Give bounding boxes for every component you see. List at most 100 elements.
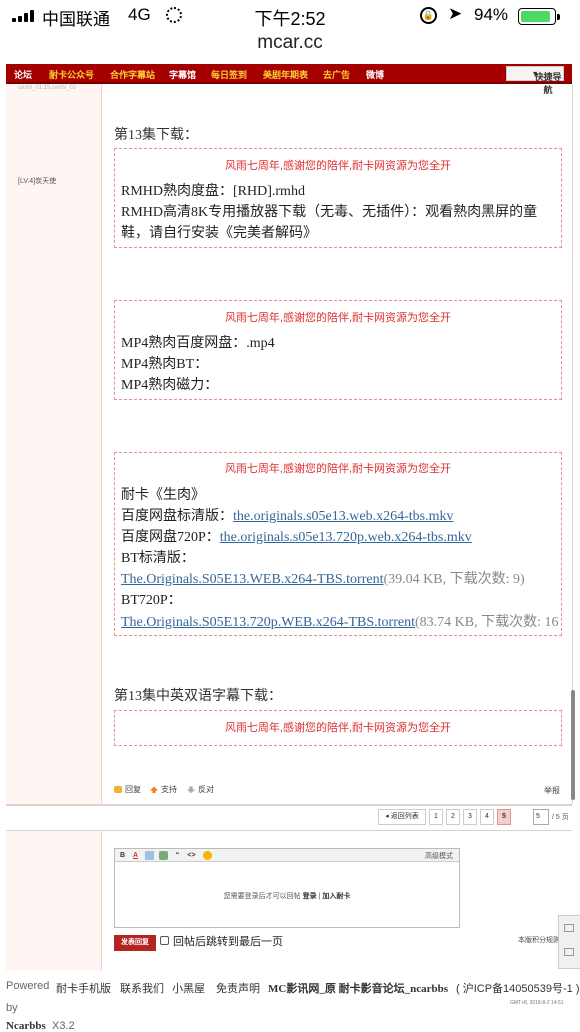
- nav-item-forum[interactable]: 论坛: [14, 68, 32, 81]
- author-column: ceshi_01.15.ceshi_02 [LV.4]炭天使: [6, 84, 102, 804]
- footer-link-blacklist[interactable]: 小黑屋: [172, 980, 205, 996]
- bt-std-link[interactable]: The.Originals.S05E13.WEB.x264-TBS.torren…: [121, 572, 383, 587]
- footer-link-disclaimer[interactable]: 免责声明: [216, 980, 260, 996]
- server-time: GMT+8, 2018-8-2 14:51: [510, 1000, 564, 1006]
- baidu-720-label: 百度网盘720P：: [121, 530, 220, 545]
- author-level: [LV.4]炭天使: [18, 178, 57, 185]
- grid-icon[interactable]: [564, 948, 574, 956]
- subtitle-heading: 第13集中英双语字幕下载：: [114, 689, 282, 704]
- jump-last-page-label: 回帖后跳转到最后一页: [173, 936, 283, 948]
- episode-heading: 第13集下载：: [114, 128, 198, 143]
- battery-percent: 94%: [474, 5, 509, 24]
- battery-icon: [518, 8, 560, 25]
- points-rules-link[interactable]: 本版积分规则: [518, 935, 560, 945]
- bt-720-link[interactable]: The.Originals.S05E13.720p.WEB.x264-TBS.t…: [121, 615, 415, 630]
- powered-label: Powered: [6, 980, 50, 992]
- login-prompt: 您需要登录后才可以回帖 登录 | 加入耐卡: [223, 893, 351, 900]
- jump-last-page-checkbox[interactable]: [160, 936, 169, 945]
- page-jump-input[interactable]: 5: [533, 809, 549, 825]
- notice-text: 风雨七周年,感谢您的陪伴,耐卡网资源为您全开: [224, 463, 452, 475]
- rmhd-line-1: RMHD熟肉度盘：[RHD].rmhd: [121, 184, 305, 199]
- report-button[interactable]: 举报: [544, 785, 560, 796]
- oppose-action[interactable]: 反对: [187, 784, 214, 795]
- submit-reply-button[interactable]: 发表回复: [114, 935, 156, 951]
- mp4-line-2: MP4熟肉BT：: [121, 357, 209, 372]
- post-divider: [6, 804, 572, 806]
- nav-item-weibo[interactable]: 微博: [366, 68, 384, 81]
- scrollbar[interactable]: [571, 690, 575, 800]
- notice-text: 风雨七周年,感谢您的陪伴,耐卡网资源为您全开: [224, 312, 452, 324]
- nav-item-schedule[interactable]: 美剧年期表: [263, 68, 308, 81]
- nav-item-wechat[interactable]: 耐卡公众号: [49, 68, 94, 81]
- rmhd-box: 风雨七周年,感谢您的陪伴,耐卡网资源为您全开 RMHD熟肉度盘：[RHD].rm…: [114, 148, 562, 248]
- page-button-4[interactable]: 4: [480, 809, 494, 825]
- page-button-current[interactable]: 5: [497, 809, 511, 825]
- baidu-720-row: 百度网盘720P：the.originals.s05e13.720p.web.x…: [121, 526, 472, 546]
- bt-720-row: The.Originals.S05E13.720p.WEB.x264-TBS.t…: [121, 611, 558, 631]
- bold-icon[interactable]: B: [118, 851, 127, 860]
- support-action[interactable]: 支持: [150, 784, 177, 795]
- bt-std-row: The.Originals.S05E13.WEB.x264-TBS.torren…: [121, 568, 525, 588]
- quick-nav-label: 快捷导航: [534, 72, 562, 95]
- raw-box: 风雨七周年,感谢您的陪伴,耐卡网资源为您全开 耐卡《生肉》 百度网盘标清版：th…: [114, 452, 562, 636]
- footer-link-mobile[interactable]: 耐卡手机版: [56, 980, 111, 996]
- page-total: / 5 页: [552, 814, 569, 821]
- top-nav: 论坛 耐卡公众号 合作字幕站 字幕馆 每日签到 美剧年期表 去广告 微博 快捷导…: [6, 64, 572, 95]
- font-color-icon[interactable]: A: [131, 851, 140, 860]
- reply-action[interactable]: 回复: [114, 784, 141, 795]
- quick-nav-button[interactable]: 快捷导航 ▾: [506, 66, 564, 95]
- nav-item-checkin[interactable]: 每日签到: [211, 68, 247, 81]
- login-link[interactable]: 登录: [303, 893, 317, 900]
- baidu-std-row: 百度网盘标清版：the.originals.s05e13.web.x264-tb…: [121, 505, 453, 525]
- baidu-720-link[interactable]: the.originals.s05e13.720p.web.x264-tbs.m…: [220, 530, 472, 545]
- bt-720-label: BT720P：: [121, 593, 182, 608]
- footer-link-contact[interactable]: 联系我们: [120, 980, 164, 996]
- page-button-3[interactable]: 3: [463, 809, 477, 825]
- footer-version: X3.2: [52, 1020, 75, 1032]
- notice-text: 风雨七周年,感谢您的陪伴,耐卡网资源为您全开: [224, 160, 452, 172]
- page-button-2[interactable]: 2: [446, 809, 460, 825]
- nav-item-subtitle-hall[interactable]: 字幕馆: [169, 68, 196, 81]
- subtitle-box: 风雨七周年,感谢您的陪伴,耐卡网资源为您全开: [114, 710, 562, 746]
- footer-brand[interactable]: Ncarbbs: [6, 1020, 46, 1032]
- baidu-std-label: 百度网盘标清版：: [121, 509, 233, 524]
- baidu-std-link[interactable]: the.originals.s05e13.web.x264-tbs.mkv: [233, 509, 453, 524]
- link-icon[interactable]: [159, 851, 168, 860]
- editor-toolbar: B A “ <> 高级模式: [115, 849, 459, 862]
- register-link[interactable]: 加入耐卡: [322, 893, 350, 900]
- mp4-line-3: MP4熟肉磁力：: [121, 378, 219, 393]
- thumb-down-icon: [187, 786, 195, 794]
- raw-title: 耐卡《生肉》: [121, 488, 205, 503]
- comment-icon[interactable]: [564, 924, 574, 932]
- image-icon[interactable]: [145, 851, 154, 860]
- reply-icon: [114, 786, 122, 794]
- status-bar: 中国联通 4G 下午2:52 🔒 ➤ 94%: [0, 0, 580, 30]
- by-label: by: [6, 1002, 18, 1014]
- notice-text: 风雨七周年,感谢您的陪伴,耐卡网资源为您全开: [224, 722, 452, 734]
- smiley-icon[interactable]: [203, 851, 212, 860]
- footer-site-name[interactable]: MC影讯网_原 耐卡影音论坛_ncarbbs: [268, 980, 448, 996]
- author-old-name: ceshi_01.15.ceshi_02: [18, 85, 77, 91]
- floating-toolbar[interactable]: [558, 915, 580, 969]
- address-bar[interactable]: mcar.cc: [0, 32, 580, 54]
- rmhd-line-3: 鞋，请自行安装《完美者解码》: [121, 226, 317, 241]
- mp4-box: 风雨七周年,感谢您的陪伴,耐卡网资源为您全开 MP4熟肉百度网盘：.mp4 MP…: [114, 300, 562, 400]
- rotation-lock-icon: 🔒: [420, 7, 437, 24]
- page-button-1[interactable]: 1: [429, 809, 443, 825]
- location-arrow-icon: ➤: [448, 4, 463, 23]
- mp4-line-1: MP4熟肉百度网盘：.mp4: [121, 336, 275, 351]
- code-icon[interactable]: <>: [187, 851, 196, 860]
- bt-std-meta: (39.04 KB, 下载次数: 9): [383, 572, 525, 587]
- nav-item-remove-ads[interactable]: 去广告: [323, 68, 350, 81]
- reply-editor[interactable]: B A “ <> 高级模式 您需要登录后才可以回帖 登录 | 加入耐卡: [114, 848, 460, 928]
- bt-std-label: BT标清版：: [121, 551, 195, 566]
- advanced-mode-link[interactable]: 高级模式: [425, 851, 453, 861]
- reply-author-column: [6, 831, 102, 971]
- quote-icon[interactable]: “: [173, 851, 182, 860]
- thumb-up-icon: [150, 786, 158, 794]
- rmhd-line-2: RMHD高清8K专用播放器下载（无毒、无插件）：观看熟肉黑屏的童: [121, 205, 538, 220]
- footer-icp[interactable]: ( 沪ICP备14050539号-1 ): [456, 980, 580, 996]
- back-to-list-button[interactable]: ◂ 返回列表: [378, 809, 426, 825]
- nav-item-partner-subs[interactable]: 合作字幕站: [110, 68, 155, 81]
- bt-720-meta: (83.74 KB, 下载次数: 16: [414, 615, 559, 630]
